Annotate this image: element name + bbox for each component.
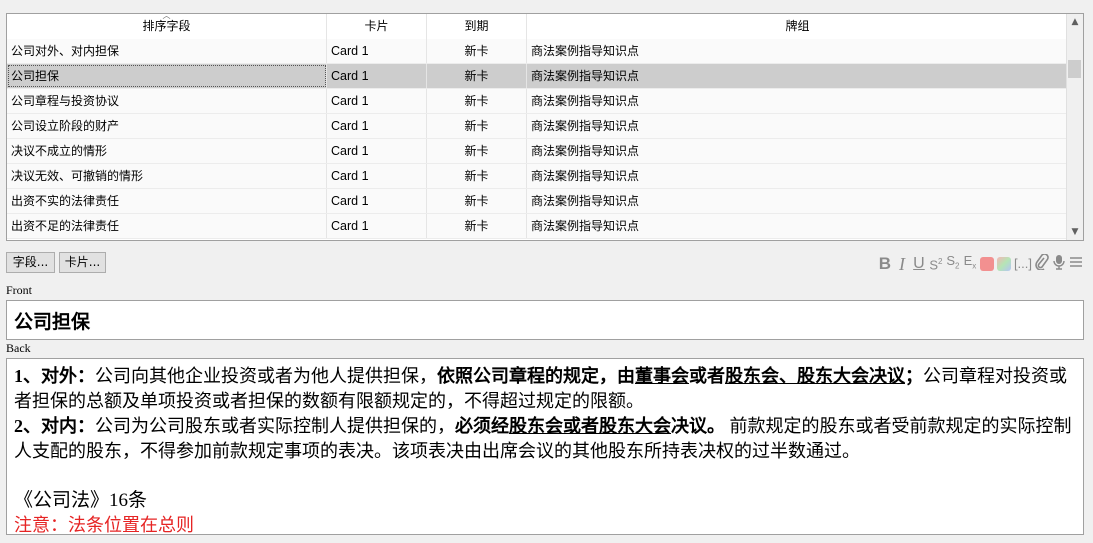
table-body: 公司对外、对内担保 Card 1 新卡 商法案例指导知识点 公司担保 Card 1 新卡 商法… [7, 39, 1068, 239]
item-number: 2、 [14, 416, 41, 436]
front-field-editor[interactable]: 公司担保 [6, 300, 1084, 340]
cell-card: Card 1 [327, 164, 427, 188]
superscript-label: S [929, 257, 939, 273]
table-row[interactable]: 出资不足的法律责任 Card 1 新卡 商法案例指导知识点 [7, 214, 1068, 239]
emphasis-text: 决议。 [671, 416, 725, 436]
cell-sort-field: 出资不实的法律责任 [7, 189, 327, 213]
note-text: 注意：法条位置在总则 [14, 515, 194, 535]
back-field-label: Back [6, 341, 31, 355]
table-row[interactable]: 公司章程与投资协议 Card 1 新卡 商法案例指导知识点 [7, 89, 1068, 114]
cell-sort-field: 决议不成立的情形 [7, 139, 327, 163]
back-paragraph-1: 1、对外：公司向其他企业投资或者为他人提供担保，依照公司章程的规定，由董事会或者… [14, 364, 1076, 414]
table-row[interactable]: 决议无效、可撤销的情形 Card 1 新卡 商法案例指导知识点 [7, 164, 1068, 189]
underlined-emphasis: 股东会、股东大会决议 [725, 366, 905, 386]
menu-icon[interactable] [1069, 254, 1083, 274]
item-heading: 对内： [41, 416, 95, 436]
cell-due: 新卡 [427, 89, 527, 113]
cell-deck: 商法案例指导知识点 [527, 189, 1068, 213]
underline-icon[interactable]: U [912, 254, 926, 274]
table-row[interactable]: 公司设立阶段的财产 Card 1 新卡 商法案例指导知识点 [7, 114, 1068, 139]
cell-card: Card 1 [327, 139, 427, 163]
subscript-icon[interactable]: S2 [946, 251, 960, 277]
record-audio-icon[interactable] [1052, 254, 1066, 275]
cell-card: Card 1 [327, 214, 427, 238]
clear-format-label: E [963, 253, 973, 269]
table-row[interactable]: 出资不实的法律责任 Card 1 新卡 商法案例指导知识点 [7, 189, 1068, 214]
scroll-down-icon[interactable]: ▼ [1067, 224, 1083, 240]
highlight-color-icon[interactable] [996, 257, 1011, 271]
table-header: ︿ 排序字段 卡片 到期 牌组 [7, 14, 1068, 40]
attachment-icon[interactable] [1035, 252, 1049, 275]
cell-due: 新卡 [427, 214, 527, 238]
cell-deck: 商法案例指导知识点 [527, 164, 1068, 188]
item-heading: 对外： [41, 366, 95, 386]
cell-deck: 商法案例指导知识点 [527, 64, 1068, 88]
cell-due: 新卡 [427, 164, 527, 188]
column-header-sort-field[interactable]: ︿ 排序字段 [7, 14, 327, 39]
table-row[interactable]: 公司对外、对内担保 Card 1 新卡 商法案例指导知识点 [7, 39, 1068, 64]
emphasis-text: 或者 [689, 366, 725, 386]
cell-card: Card 1 [327, 89, 427, 113]
format-toolbar: B I U S2 S2 Ex [...] [878, 251, 1083, 277]
table-scrollbar[interactable]: ▲ ▼ [1066, 14, 1083, 240]
back-field-editor[interactable]: 1、对外：公司向其他企业投资或者为他人提供担保，依照公司章程的规定，由董事会或者… [6, 358, 1084, 535]
bold-icon[interactable]: B [878, 254, 892, 274]
emphasis-text: 必须经 [455, 416, 509, 436]
superscript-icon[interactable]: S2 [929, 252, 943, 275]
cell-deck: 商法案例指导知识点 [527, 114, 1068, 138]
underlined-emphasis: 董事会 [635, 366, 689, 386]
subscript-label: S [946, 253, 956, 269]
cell-due: 新卡 [427, 139, 527, 163]
cell-sort-field: 公司设立阶段的财产 [7, 114, 327, 138]
emphasis-text: ； [905, 366, 923, 386]
emphasis-text: 依照公司章程的规定，由 [437, 366, 635, 386]
cell-sort-field: 公司担保 [7, 64, 327, 88]
cell-sort-field: 公司章程与投资协议 [7, 89, 327, 113]
cell-sort-field: 公司对外、对内担保 [7, 39, 327, 63]
clear-format-icon[interactable]: Ex [963, 251, 977, 277]
back-paragraph-2: 2、对内：公司为公司股东或者实际控制人提供担保的，必须经股东会或者股东大会决议。… [14, 414, 1076, 464]
column-header-deck[interactable]: 牌组 [527, 14, 1068, 39]
fields-button[interactable]: 字段... [6, 252, 55, 273]
cell-deck: 商法案例指导知识点 [527, 214, 1068, 238]
underlined-emphasis: 股东会或者股东大会 [509, 416, 671, 436]
cell-deck: 商法案例指导知识点 [527, 89, 1068, 113]
cards-button[interactable]: 卡片... [59, 252, 106, 273]
superscript-mark: 2 [938, 257, 943, 267]
cell-deck: 商法案例指导知识点 [527, 39, 1068, 63]
subscript-mark: 2 [955, 261, 960, 271]
sort-ascending-icon: ︿ [162, 13, 171, 20]
cell-card: Card 1 [327, 114, 427, 138]
table-row[interactable]: 决议不成立的情形 Card 1 新卡 商法案例指导知识点 [7, 139, 1068, 164]
cell-card: Card 1 [327, 39, 427, 63]
cell-card: Card 1 [327, 189, 427, 213]
front-field-label: Front [6, 283, 33, 297]
cell-sort-field: 决议无效、可撤销的情形 [7, 164, 327, 188]
cell-due: 新卡 [427, 39, 527, 63]
cell-card: Card 1 [327, 64, 427, 88]
cell-deck: 商法案例指导知识点 [527, 139, 1068, 163]
cell-due: 新卡 [427, 189, 527, 213]
item-number: 1、 [14, 366, 41, 386]
column-header-due[interactable]: 到期 [427, 14, 527, 39]
cell-due: 新卡 [427, 64, 527, 88]
scrollbar-thumb[interactable] [1068, 60, 1081, 78]
body-text: 公司为公司股东或者实际控制人提供担保的， [95, 416, 455, 436]
card-list-table[interactable]: ︿ 排序字段 卡片 到期 牌组 公司对外、对内担保 Card 1 新卡 商法案例指导知… [6, 13, 1084, 241]
text-color-icon[interactable] [979, 257, 994, 271]
clear-format-mark: x [972, 261, 977, 271]
cell-sort-field: 出资不足的法律责任 [7, 214, 327, 238]
body-text: 公司向其他企业投资或者为他人提供担保， [95, 366, 437, 386]
italic-icon[interactable]: I [895, 254, 909, 274]
law-reference: 《公司法》16条 [14, 490, 148, 511]
column-header-card[interactable]: 卡片 [327, 14, 427, 39]
scroll-up-icon[interactable]: ▲ [1067, 14, 1083, 30]
cell-due: 新卡 [427, 114, 527, 138]
cloze-icon[interactable]: [...] [1014, 254, 1032, 274]
table-row[interactable]: 公司担保 Card 1 新卡 商法案例指导知识点 [7, 64, 1068, 89]
